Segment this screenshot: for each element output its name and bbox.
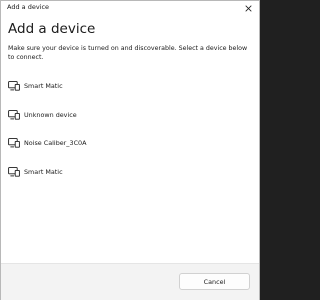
window-title: Add a device	[7, 3, 50, 11]
close-icon	[244, 4, 252, 12]
dialog-content: Add a device Make sure your device is tu…	[8, 21, 252, 177]
display-device-icon	[8, 109, 20, 120]
device-label: Smart Matic	[24, 167, 63, 176]
add-device-dialog: Add a device Add a device Make sure your…	[0, 0, 260, 300]
display-device-icon	[8, 81, 20, 91]
close-button[interactable]	[241, 1, 255, 15]
display-device-icon	[8, 138, 20, 148]
title-bar: Add a device	[1, 1, 259, 15]
device-list: Smart Matic Unknown device Noise Caliber…	[8, 72, 252, 186]
page-title: Add a device	[8, 21, 96, 37]
display-device-icon	[8, 166, 20, 177]
cancel-button[interactable]: Cancel	[179, 273, 250, 290]
device-item[interactable]: Unknown device	[8, 101, 252, 130]
device-item[interactable]: Noise Caliber_3C0A	[8, 129, 252, 158]
device-label: Noise Caliber_3C0A	[24, 139, 87, 148]
device-item[interactable]: Smart Matic	[8, 158, 252, 187]
device-label: Unknown device	[24, 110, 77, 119]
device-label: Smart Matic	[24, 82, 63, 91]
device-item[interactable]: Smart Matic	[8, 72, 252, 101]
instructions-text: Make sure your device is turned on and d…	[8, 45, 248, 61]
dialog-footer: Cancel	[1, 263, 259, 300]
